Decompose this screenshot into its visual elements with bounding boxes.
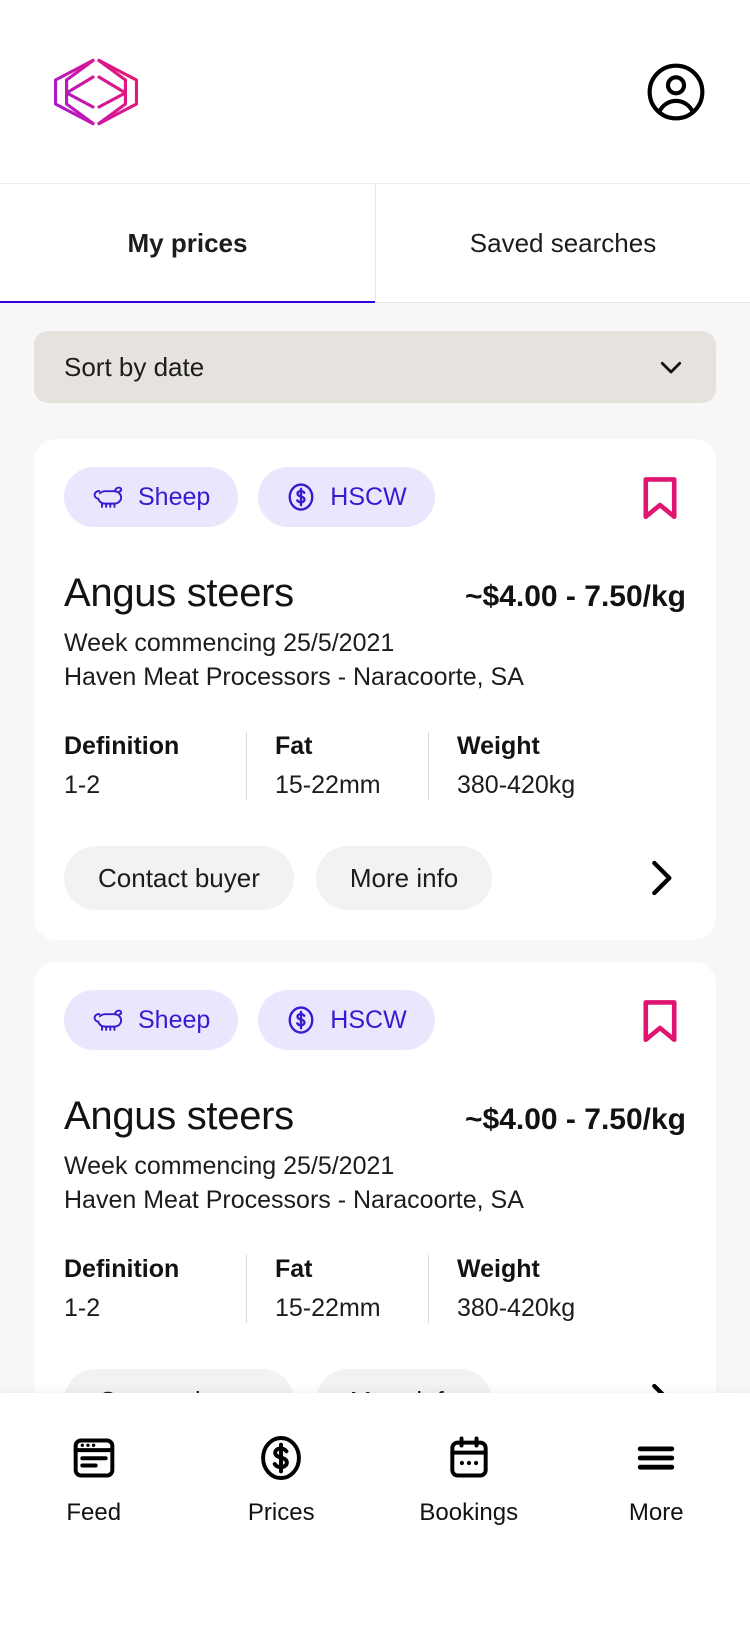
card-title-row: Angus steers ~$4.00 - 7.50/kg (64, 571, 686, 615)
spec-value: 15-22mm (275, 771, 381, 799)
card-chip-row: Sheep HSCW (64, 467, 686, 527)
bookmark-button[interactable] (634, 471, 686, 523)
spec-weight: Weight 380-420kg (428, 732, 610, 800)
card-buyer: Haven Meat Processors - Naracoorte, SA (64, 1185, 524, 1214)
nav-item-bookings[interactable]: Bookings (375, 1433, 563, 1527)
nav-label: More (628, 1499, 684, 1526)
card-price: ~$4.00 - 7.50/kg (465, 1103, 686, 1136)
bookmark-icon (643, 1000, 677, 1043)
agridigital-logo[interactable] (50, 56, 142, 128)
card-week: Week commencing 25/5/2021 (64, 629, 395, 657)
spec-label: Definition (64, 732, 180, 760)
tab-my-prices[interactable]: My prices (0, 184, 375, 308)
card-action-row: Contact buyer More info (64, 846, 686, 910)
card-price: ~$4.00 - 7.50/kg (465, 580, 686, 613)
content-area: Sort by date Sheep HSCW Angus steers ~$4… (0, 303, 750, 1393)
card-open-button[interactable] (636, 1376, 686, 1393)
spec-weight: Weight 380-420kg (428, 1255, 610, 1323)
feed-article-icon (73, 1438, 115, 1478)
sort-by-date-select[interactable]: Sort by date (34, 331, 716, 403)
card-title: Angus steers (64, 1094, 294, 1138)
chip-label: Sheep (138, 482, 211, 511)
bookmark-button[interactable] (634, 994, 686, 1046)
nav-item-feed[interactable]: Feed (0, 1433, 188, 1527)
card-spec-row: Definition 1-2 Fat 15-22mm Weight 380-42… (64, 732, 686, 800)
app-header (0, 0, 750, 183)
nav-label: Prices (247, 1499, 315, 1526)
chip-sheep[interactable]: Sheep (64, 990, 239, 1050)
price-card[interactable]: Sheep HSCW Angus steers ~$4.00 - 7.50/kg… (34, 439, 716, 940)
nav-label: Feed (66, 1499, 122, 1526)
more-info-button[interactable]: More info (315, 1369, 493, 1393)
spec-label: Weight (457, 732, 540, 760)
spec-definition: Definition 1-2 (64, 1255, 246, 1323)
card-buyer: Haven Meat Processors - Naracoorte, SA (64, 662, 524, 691)
chevron-right-icon (652, 1383, 665, 1393)
card-title-row: Angus steers ~$4.00 - 7.50/kg (64, 1094, 686, 1138)
spec-value: 380-420kg (457, 771, 576, 799)
chip-label: HSCW (330, 1005, 407, 1034)
bookmark-icon (643, 477, 677, 520)
hamburger-menu-icon (638, 1446, 675, 1470)
spec-fat: Fat 15-22mm (246, 1255, 428, 1323)
spec-value: 1-2 (64, 771, 101, 799)
nav-label: Bookings (419, 1499, 519, 1526)
sheep-icon (93, 486, 123, 508)
chip-hscw[interactable]: HSCW (258, 467, 435, 527)
dollar-circle-icon (288, 483, 314, 511)
tab-label: My prices (127, 227, 248, 258)
dollar-circle-icon (288, 1006, 314, 1034)
chip-hscw[interactable]: HSCW (258, 990, 435, 1050)
chip-label: HSCW (330, 482, 407, 511)
spec-label: Weight (457, 1255, 540, 1283)
contact-buyer-button[interactable]: Contact buyer (64, 1369, 294, 1393)
more-info-button[interactable]: More info (315, 846, 493, 910)
chevron-right-icon (652, 860, 672, 896)
spec-label: Fat (275, 1255, 313, 1283)
nav-item-more[interactable]: More (563, 1433, 750, 1527)
card-action-row: Contact buyer More info (64, 1369, 686, 1393)
sort-select-label: Sort by date (64, 351, 205, 382)
sheep-icon (93, 1009, 123, 1031)
account-circle-icon[interactable] (644, 60, 708, 124)
card-spec-row: Definition 1-2 Fat 15-22mm Weight 380-42… (64, 1255, 686, 1323)
dollar-circle-icon (261, 1436, 302, 1480)
contact-buyer-button[interactable]: Contact buyer (64, 846, 294, 910)
spec-value: 1-2 (64, 1294, 101, 1322)
card-week: Week commencing 25/5/2021 (64, 1152, 395, 1180)
spec-value: 380-420kg (457, 1294, 576, 1322)
chevron-down-icon (660, 361, 682, 374)
spec-label: Definition (64, 1255, 180, 1283)
tab-bar: My prices Saved searches (0, 183, 750, 308)
logo-icon (53, 57, 139, 126)
card-title: Angus steers (64, 571, 294, 615)
nav-item-prices[interactable]: Prices (188, 1433, 376, 1527)
tab-saved-searches[interactable]: Saved searches (375, 184, 750, 302)
card-open-button[interactable] (636, 853, 686, 903)
card-chip-row: Sheep HSCW (64, 990, 686, 1050)
spec-definition: Definition 1-2 (64, 732, 246, 800)
chip-label: Sheep (138, 1005, 211, 1034)
spec-label: Fat (275, 732, 313, 760)
calendar-icon (450, 1436, 488, 1478)
spec-fat: Fat 15-22mm (246, 732, 428, 800)
app-screen: My prices Saved searches Sort by date Sh… (0, 0, 750, 1630)
tab-label: Saved searches (469, 227, 657, 258)
spec-value: 15-22mm (275, 1294, 381, 1322)
price-card[interactable]: Sheep HSCW Angus steers ~$4.00 - 7.50/kg… (34, 962, 716, 1393)
bottom-navigation-bar: Feed Prices Bookings More (0, 1393, 750, 1630)
chip-sheep[interactable]: Sheep (64, 467, 239, 527)
